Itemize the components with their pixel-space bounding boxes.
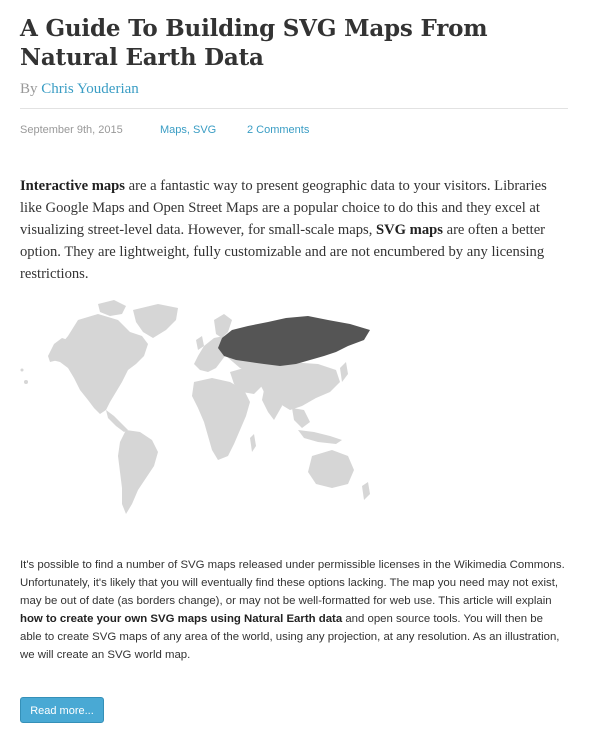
article-title[interactable]: A Guide To Building SVG Maps From Natura… (20, 14, 570, 72)
post-meta: September 9th, 2015 Maps, SVG 2 Comments (20, 124, 570, 138)
article-header: A Guide To Building SVG Maps From Natura… (20, 14, 570, 138)
body-paragraph: It's possible to find a number of SVG ma… (20, 556, 565, 664)
russia-highlight (218, 316, 370, 366)
read-more-button[interactable]: Read more... (20, 697, 104, 723)
south-america (118, 430, 158, 514)
central-america (106, 410, 128, 432)
byline: By Chris Youderian (20, 81, 570, 98)
southeast-asia (292, 408, 310, 428)
category-links[interactable]: Maps, SVG (160, 124, 216, 136)
divider (20, 108, 568, 109)
greenland (133, 304, 178, 338)
lead-bold-interactive-maps: Interactive maps (20, 178, 125, 194)
madagascar (250, 434, 256, 452)
hawaii-dot (24, 380, 28, 384)
india (262, 390, 282, 420)
new-zealand (362, 482, 370, 500)
comments-link[interactable]: 2 Comments (247, 124, 309, 136)
canadian-islands (98, 300, 126, 316)
japan (340, 362, 348, 382)
byline-prefix: By (20, 81, 38, 97)
north-america (48, 314, 148, 414)
lead-paragraph: Interactive maps are a fantastic way to … (20, 175, 568, 285)
post-date: September 9th, 2015 (20, 124, 123, 136)
body-text-1: It's possible to find a number of SVG ma… (20, 559, 565, 607)
australia (308, 450, 354, 488)
britain (196, 336, 204, 350)
author-link[interactable]: Chris Youderian (41, 81, 139, 97)
body-bold-link: how to create your own SVG maps using Na… (20, 613, 343, 625)
island-dot (20, 368, 24, 372)
lead-bold-svg-maps: SVG maps (376, 222, 443, 238)
world-map (20, 300, 370, 514)
indonesia (298, 430, 342, 444)
